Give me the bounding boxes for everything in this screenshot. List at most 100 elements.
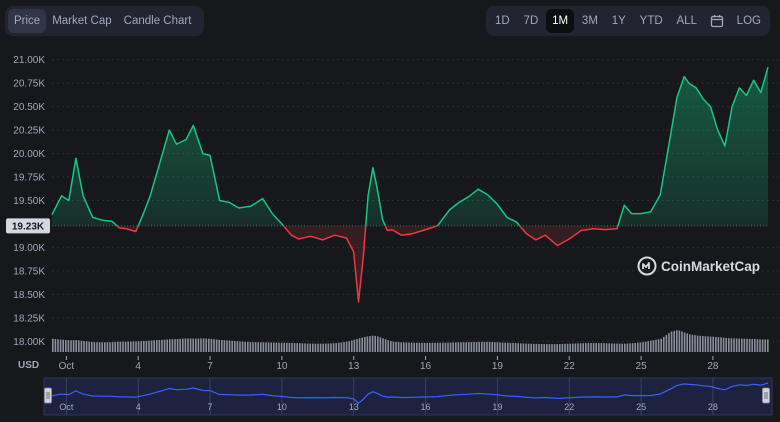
volume-bar: [657, 339, 660, 352]
volume-bar: [551, 344, 553, 352]
volume-bar: [455, 342, 457, 352]
volume-bar: [161, 339, 163, 352]
volume-bar: [574, 343, 577, 352]
navigator-tick-label: 19: [492, 402, 502, 412]
volume-bar: [429, 342, 431, 352]
volume-bar: [608, 343, 610, 352]
volume-bar: [691, 334, 694, 352]
volume-bar: [566, 343, 569, 352]
volume-bar: [720, 337, 722, 352]
volume-bar: [171, 339, 174, 352]
range-navigator[interactable]: Oct 4 7 10 13 16 19 22 25 28: [43, 377, 773, 416]
volume-bar: [564, 343, 566, 352]
volume-bar: [265, 342, 267, 352]
volume-bar: [405, 342, 408, 352]
volume-bar: [176, 339, 179, 352]
volume-bar: [514, 343, 517, 352]
volume-bar: [408, 342, 410, 352]
volume-bar: [202, 338, 205, 352]
volume-bar: [616, 343, 618, 352]
x-axis: USD Oct 4 7 10 13 16 19 22 25 28: [18, 356, 719, 372]
volume-bar: [644, 341, 647, 352]
volume-bar: [637, 342, 639, 352]
volume-bar: [546, 344, 548, 352]
volume-bar: [517, 343, 519, 352]
volume-bar: [260, 342, 262, 352]
volume-bar: [338, 342, 340, 352]
x-tick-label: 13: [348, 361, 360, 372]
volume-bar: [761, 339, 764, 352]
drag-handle-icon[interactable]: [44, 387, 52, 404]
volume-bar: [332, 343, 335, 352]
drag-handle-icon[interactable]: [762, 387, 770, 404]
volume-bar: [137, 341, 140, 352]
volume-bar: [262, 342, 265, 352]
volume-bar: [327, 343, 330, 352]
volume-bar: [200, 338, 202, 352]
volume-bar: [395, 341, 397, 352]
volume-bar: [114, 341, 116, 352]
volume-bar: [371, 335, 374, 352]
volume-bar: [236, 341, 239, 352]
volume-bar: [543, 344, 545, 352]
volume-bar: [756, 339, 759, 352]
x-tick-label: 22: [564, 361, 576, 372]
volume-bar: [122, 341, 124, 352]
volume-bar: [499, 342, 501, 352]
volume-bar: [665, 334, 668, 352]
volume-bar: [280, 342, 283, 352]
volume-bar: [465, 342, 467, 352]
volume-bar: [273, 342, 275, 352]
volume-bar: [689, 334, 691, 352]
volume-bar: [59, 339, 62, 352]
volume-bar: [397, 342, 400, 352]
x-tick-label: 25: [636, 361, 648, 372]
volume-bar: [353, 339, 356, 352]
volume-bar: [72, 340, 75, 352]
volume-bar: [496, 342, 499, 352]
volume-bar: [119, 341, 122, 352]
volume-bar: [660, 338, 662, 352]
navigator-tick-label: 25: [636, 402, 646, 412]
volume-bar: [442, 342, 444, 352]
volume-bar: [91, 341, 93, 352]
volume-bar: [439, 342, 441, 352]
volume-bar: [738, 338, 740, 352]
navigator-tick-label: 10: [277, 402, 287, 412]
volume-bar: [712, 336, 714, 352]
volume-bar: [730, 338, 733, 352]
volume-bar: [153, 340, 155, 352]
volume-bar: [605, 343, 608, 352]
y-axis: 21.00K 20.75K 20.50K 20.25K 20.00K 19.75K 19.5…: [13, 55, 45, 348]
volume-bar: [491, 342, 493, 352]
volume-bar: [709, 336, 712, 352]
volume-bar: [530, 343, 532, 352]
volume-bar: [174, 339, 176, 352]
volume-bar: [208, 338, 210, 352]
volume-bar: [421, 342, 423, 352]
volume-bar: [228, 340, 231, 352]
volume-bar: [621, 343, 623, 352]
volume-bar: [197, 338, 200, 352]
volume-bar: [109, 342, 111, 352]
volume-bar: [288, 342, 291, 352]
price-chart[interactable]: 21.00K 20.75K 20.50K 20.25K 20.00K 19.75K 19.5…: [0, 0, 780, 422]
volume-bar: [585, 343, 587, 352]
y-tick-label: 18.00K: [13, 337, 45, 348]
volume-bar: [533, 343, 535, 352]
volume-bar: [403, 342, 405, 352]
volume-bar: [249, 342, 252, 352]
volume-bar: [652, 340, 655, 352]
navigator-tick-label: 22: [564, 402, 574, 412]
volume-bar: [195, 338, 197, 352]
volume-bar: [312, 343, 314, 352]
volume-bar: [457, 342, 460, 352]
volume-bar: [478, 341, 480, 352]
volume-bar: [587, 343, 590, 352]
volume-bar: [361, 337, 363, 352]
y-tick-label: 20.50K: [13, 102, 45, 113]
volume-bar: [475, 341, 478, 352]
navigator-tick-label: 7: [208, 402, 213, 412]
volume-bar: [626, 343, 629, 352]
volume-bar: [631, 343, 634, 352]
